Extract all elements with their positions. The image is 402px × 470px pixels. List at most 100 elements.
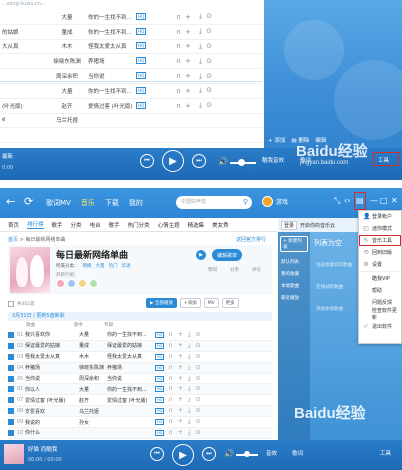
side-list-item[interactable]: 本地歌曲 <box>278 280 310 292</box>
effects-button[interactable]: 酷我音效 <box>262 156 284 164</box>
song-artist[interactable]: 周深余积 <box>79 375 107 382</box>
menu-item[interactable]: ⚙ 设置 <box>359 258 401 270</box>
song-album[interactable]: 怪我太爱太从真 <box>107 353 155 360</box>
now-playing-thumb[interactable] <box>4 444 24 464</box>
table-row[interactable]: 大量 你的一生找不到... HQ ∩ + ⤓ ⊙ <box>0 10 262 25</box>
breadcrumb-home[interactable]: 首页 <box>8 237 18 243</box>
row-checkbox[interactable] <box>8 331 14 338</box>
side-list-item[interactable]: 默认列表 <box>278 256 310 268</box>
menu-item[interactable]: ⟲ 回到旧版 <box>359 246 401 258</box>
download-icon[interactable]: ⤓ <box>199 57 202 66</box>
table-row[interactable]: 04 养猪场 徐晓东陈渊 养猪场 HQ ∩ + ⤓ ⊙ <box>8 362 272 374</box>
mv-button[interactable]: MV <box>203 298 219 308</box>
song-artist[interactable]: 木木 <box>79 353 107 360</box>
more-icon[interactable]: ⊙ <box>206 57 212 66</box>
song-artist[interactable]: 董成 <box>79 342 107 349</box>
song-title[interactable]: 我说的 <box>25 419 79 426</box>
song-artist[interactable]: 乌兰托娅 <box>79 408 107 415</box>
close-icon[interactable]: ✕ <box>391 196 398 205</box>
more-icon[interactable]: ⊙ <box>206 101 212 110</box>
headphone-icon[interactable]: ∩ <box>168 385 172 393</box>
song-artist[interactable]: 大量 <box>79 386 107 393</box>
download-icon[interactable]: ⤓ <box>199 72 202 81</box>
more-icon[interactable]: ⊙ <box>195 375 200 383</box>
search-input[interactable]: 中国好声音 ⚲ <box>176 196 252 209</box>
headphone-icon[interactable]: ∩ <box>168 331 172 339</box>
more-icon[interactable]: ⊙ <box>195 429 200 437</box>
nav-tab[interactable]: 我的 <box>129 198 143 208</box>
download-icon[interactable]: ⤓ <box>188 375 191 383</box>
play-all-icon[interactable]: ▶ <box>196 250 206 260</box>
more-icon[interactable]: ⊙ <box>206 86 212 95</box>
more-icon[interactable]: ⊙ <box>195 396 200 404</box>
headphone-icon[interactable]: ∩ <box>176 102 181 110</box>
edit-playlist-button[interactable]: 编辑歌单 <box>212 249 242 261</box>
row-checkbox[interactable] <box>8 419 14 426</box>
lyrics-button[interactable]: 歌词 <box>292 449 303 457</box>
maximize-icon[interactable]: □ <box>380 196 388 205</box>
volume-knob[interactable] <box>238 159 245 166</box>
add-icon[interactable]: + <box>185 57 191 65</box>
row-checkbox[interactable] <box>8 397 14 404</box>
more-icon[interactable]: ⊙ <box>206 42 212 51</box>
song-album[interactable]: 当你说 <box>107 375 155 382</box>
more-icon[interactable]: ⊙ <box>195 342 200 350</box>
table-row[interactable]: 07 爱情过客 (叶光版) 赵齐 爱情过客 (叶光版) HQ ∩ + ⤓ ⊙ <box>8 395 272 407</box>
add-icon[interactable]: + <box>185 87 191 95</box>
tools-button[interactable]: 工具 <box>380 449 391 457</box>
side-list-item[interactable]: 我的收藏 <box>278 268 310 280</box>
download-icon[interactable]: ⤓ <box>199 27 202 36</box>
more-icon[interactable]: ⊙ <box>195 364 200 372</box>
side-list-item[interactable]: 最近播放 <box>278 292 310 304</box>
table-row[interactable]: 05 当你说 周深余积 当你说 HQ ∩ + ⤓ ⊙ <box>8 374 272 385</box>
more-button[interactable]: 更多 <box>221 298 239 308</box>
add-icon[interactable]: + <box>178 364 183 372</box>
menu-item[interactable]: 检查软件更新 <box>359 308 401 321</box>
nav-tab[interactable]: 歌词MV <box>46 198 71 208</box>
headphone-icon[interactable]: ∩ <box>176 13 181 21</box>
next-button[interactable]: ⏭ <box>202 447 216 461</box>
song-title[interactable]: 养猪场 <box>25 364 79 371</box>
back-icon[interactable]: ← <box>6 195 15 208</box>
song-album[interactable]: 你的一生找不到... <box>107 386 155 393</box>
nav-tab[interactable]: 下载 <box>105 198 119 208</box>
sub-tab[interactable]: 分类 <box>71 221 82 229</box>
song-title[interactable]: 当你说 <box>25 375 79 382</box>
sub-tab[interactable]: 美女秀 <box>212 221 229 229</box>
menu-item[interactable]: ◰ 迷你模式 <box>359 223 401 235</box>
more-icon[interactable]: ⊙ <box>195 331 200 339</box>
row-checkbox[interactable] <box>8 375 14 382</box>
table-row[interactable]: 09 我说的 孙女 HQ ∩ + ⤓ ⊙ <box>8 417 272 429</box>
like-count[interactable]: 赞同 <box>208 267 217 273</box>
refresh-icon[interactable]: ⟳ <box>24 195 33 208</box>
add-icon[interactable]: + <box>178 396 183 404</box>
add-icon[interactable]: + <box>178 385 183 393</box>
menu-item[interactable]: 酷我VIP <box>359 273 401 285</box>
add-icon[interactable]: + <box>178 375 183 383</box>
back-to-chart-link[interactable]: 返回官方排行 <box>236 236 266 243</box>
table-row[interactable]: 大从真 木木 怪我太爱太从真 HQ ∩ + ⤓ ⊙ <box>0 40 262 55</box>
song-album[interactable]: 养猪场 <box>107 364 155 371</box>
more-icon[interactable]: ⊙ <box>206 72 212 81</box>
headphone-icon[interactable]: ∩ <box>176 42 181 50</box>
add-icon[interactable]: + <box>178 429 183 437</box>
song-title[interactable]: 保证最爱的姑娘 <box>25 342 79 349</box>
table-row[interactable]: 03 怪我太爱太从真 木木 怪我太爱太从真 HQ ∩ + ⤓ ⊙ <box>8 352 272 363</box>
select-all-checkbox[interactable] <box>8 301 14 307</box>
song-artist[interactable]: 大量 <box>79 331 107 338</box>
volume-icon[interactable]: 🔊 <box>224 449 234 458</box>
row-checkbox[interactable] <box>8 386 14 393</box>
download-icon[interactable]: ⤓ <box>188 342 191 350</box>
more-icon[interactable]: ⊙ <box>195 353 200 361</box>
add-icon[interactable]: + <box>185 42 191 50</box>
add-icon[interactable]: + <box>185 102 191 110</box>
table-row[interactable]: 01 你以人 大量 你的一生找不到... HQ ∩ + ⤓ ⊙ <box>8 384 272 396</box>
table-row[interactable]: ё 乌兰托娅 <box>0 114 262 129</box>
song-artist[interactable]: 徐晓东陈渊 <box>79 364 107 371</box>
next-button[interactable]: ⏭ <box>192 154 206 168</box>
tag-link[interactable]: 大量 <box>96 263 105 269</box>
add-icon[interactable]: + <box>178 331 183 339</box>
add-button[interactable]: + 添加 <box>268 136 285 144</box>
nav-tab[interactable]: 音乐 <box>81 198 95 208</box>
table-row[interactable]: 02 保证最爱的姑娘 董成 保证最爱的姑娘 HQ ∩ + ⤓ ⊙ <box>8 340 272 352</box>
